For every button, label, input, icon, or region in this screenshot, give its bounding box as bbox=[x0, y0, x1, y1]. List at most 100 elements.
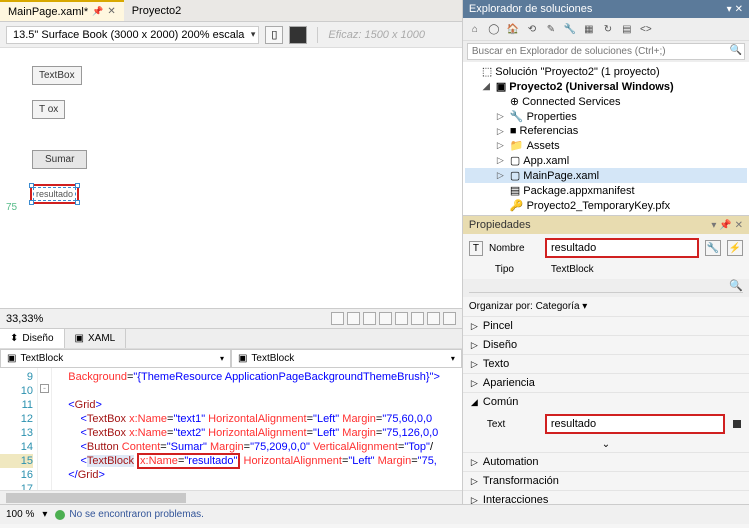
prop-text: Text bbox=[463, 411, 749, 437]
outline-column: - bbox=[38, 368, 52, 490]
device-icon[interactable] bbox=[379, 312, 392, 325]
tree-assets[interactable]: ▷📁 Assets bbox=[465, 138, 747, 153]
tree-mainpage[interactable]: ▷▢ MainPage.xaml bbox=[465, 168, 747, 183]
orientation-landscape-icon[interactable] bbox=[289, 26, 307, 44]
lines-icon[interactable] bbox=[427, 312, 440, 325]
line-gutter: 91011 121314 15161718 bbox=[0, 368, 38, 490]
text-input[interactable] bbox=[545, 414, 725, 434]
home-icon[interactable]: ⌂ bbox=[467, 21, 483, 37]
textblock-resultado: resultado bbox=[33, 187, 76, 201]
orientation-portrait-icon[interactable]: ▯ bbox=[265, 26, 283, 44]
home2-icon[interactable]: 🏠 bbox=[505, 21, 521, 37]
code-dd-right[interactable]: ▣ TextBlock bbox=[231, 349, 462, 368]
code-icon[interactable]: <> bbox=[638, 21, 654, 37]
code-dd-left[interactable]: ▣ TextBlock bbox=[0, 349, 231, 368]
back-icon[interactable]: ◯ bbox=[486, 21, 502, 37]
props-icon[interactable]: ▤ bbox=[619, 21, 635, 37]
design-canvas[interactable]: 75 TextBox T ox Sumar resultado bbox=[0, 48, 462, 308]
split-view-tabs: ⬍ Diseño ▣ XAML bbox=[0, 328, 462, 348]
tab-mainpage[interactable]: MainPage.xaml* 📌 ✕ bbox=[0, 0, 124, 21]
zoom-percent[interactable]: 33,33% bbox=[6, 313, 43, 325]
type-icon: T bbox=[469, 241, 483, 256]
cat-apariencia[interactable]: ▷Apariencia bbox=[463, 373, 749, 392]
close-icon[interactable]: ✕ bbox=[107, 6, 115, 17]
cat-automation[interactable]: ▷Automation bbox=[463, 452, 749, 471]
status-ok-icon bbox=[55, 510, 65, 520]
tree-references[interactable]: ▷■ Referencias bbox=[465, 124, 747, 138]
grid2-icon[interactable] bbox=[363, 312, 376, 325]
status-bar: 100 % ▾ No se encontraron problemas. bbox=[0, 504, 749, 524]
designer-toolbar: 13.5" Surface Book (3000 x 2000) 200% es… bbox=[0, 22, 462, 48]
snap-icon[interactable] bbox=[347, 312, 360, 325]
textbox-text1[interactable]: TextBox bbox=[32, 66, 82, 85]
text-label: Text bbox=[487, 419, 537, 430]
showall-icon[interactable]: ▦ bbox=[581, 21, 597, 37]
tab-label: Proyecto2 bbox=[132, 5, 182, 17]
selected-textblock[interactable]: resultado bbox=[30, 184, 79, 204]
pin-icon[interactable]: 📌 bbox=[92, 6, 103, 17]
design-surface: TextBox T ox Sumar resultado bbox=[32, 60, 112, 308]
prop-marker-icon[interactable] bbox=[733, 420, 741, 428]
props-name-row: T Nombre 🔧 ⚡ bbox=[463, 234, 749, 262]
split-tab-xaml[interactable]: ▣ XAML bbox=[65, 329, 127, 348]
close-icon[interactable]: ✕ bbox=[735, 220, 743, 231]
wrench-icon[interactable]: 🔧 bbox=[705, 240, 721, 256]
search-icon[interactable]: 🔍 bbox=[728, 44, 744, 59]
type-label: Tipo bbox=[495, 264, 545, 275]
code-nav-dropdowns: ▣ TextBlock ▣ TextBlock bbox=[0, 348, 462, 368]
search-icon: 🔍 bbox=[729, 279, 743, 292]
solution-tree: ⬚ Solución "Proyecto2" (1 proyecto) ◢▣ P… bbox=[463, 62, 749, 215]
ruler-y-value: 75 bbox=[6, 202, 17, 213]
solution-toolbar: ⌂ ◯ 🏠 ⟲ ✎ 🔧 ▦ ↻ ▤ <> bbox=[463, 18, 749, 41]
cat-diseno[interactable]: ▷Diseño bbox=[463, 335, 749, 354]
name-input[interactable] bbox=[545, 238, 699, 258]
tree-appxaml[interactable]: ▷▢ App.xaml bbox=[465, 153, 747, 168]
fold-icon[interactable]: - bbox=[40, 384, 49, 393]
horizontal-scrollbar[interactable] bbox=[0, 490, 462, 504]
cat-texto[interactable]: ▷Texto bbox=[463, 354, 749, 373]
close-icon[interactable]: ✕ bbox=[735, 4, 743, 15]
tree-connected-services[interactable]: ⊕ Connected Services bbox=[465, 94, 747, 109]
status-message: No se encontraron problemas. bbox=[69, 509, 204, 520]
tree-manifest[interactable]: ▤ Package.appxmanifest bbox=[465, 183, 747, 198]
zoom-label[interactable]: 100 % bbox=[6, 509, 34, 520]
tree-project[interactable]: ◢▣ Proyecto2 (Universal Windows) bbox=[465, 79, 747, 94]
tree-tempkey[interactable]: 🔑 Proyecto2_TemporaryKey.pfx bbox=[465, 198, 747, 213]
dropdown-icon[interactable]: ▾ bbox=[727, 4, 732, 15]
name-label: Nombre bbox=[489, 243, 539, 254]
grid-icon[interactable] bbox=[331, 312, 344, 325]
divider bbox=[317, 27, 318, 43]
refresh-icon[interactable] bbox=[443, 312, 456, 325]
props-search[interactable]: 🔍 bbox=[469, 279, 743, 293]
organize-label[interactable]: Organizar por: Categoría ▾ bbox=[463, 297, 749, 316]
pin-icon[interactable]: ▾ 📌 bbox=[711, 220, 731, 231]
split-tab-design[interactable]: ⬍ Diseño bbox=[0, 329, 65, 348]
type-value: TextBlock bbox=[551, 264, 594, 275]
solution-search[interactable]: 🔍 bbox=[467, 43, 745, 60]
properties-header: Propiedades ▾ 📌 ✕ bbox=[463, 215, 749, 234]
tree-properties[interactable]: ▷🔧 Properties bbox=[465, 109, 747, 124]
ctrl-icon[interactable] bbox=[411, 312, 424, 325]
code-editor[interactable]: 91011 121314 15161718 - Background="{The… bbox=[0, 368, 462, 490]
expand-more[interactable]: ⌄ bbox=[463, 437, 749, 452]
button-sumar[interactable]: Sumar bbox=[32, 150, 87, 169]
lightning-icon[interactable]: ⚡ bbox=[727, 240, 743, 256]
tree-solution-root[interactable]: ⬚ Solución "Proyecto2" (1 proyecto) bbox=[465, 64, 747, 79]
effective-size-label: Eficaz: 1500 x 1000 bbox=[328, 29, 425, 41]
cat-transform[interactable]: ▷Transformación bbox=[463, 471, 749, 490]
zoom-toolbar: 33,33% bbox=[0, 308, 462, 328]
sync-icon[interactable]: ⟲ bbox=[524, 21, 540, 37]
brush-icon[interactable]: ✎ bbox=[543, 21, 559, 37]
tab-proyecto2[interactable]: Proyecto2 bbox=[124, 0, 190, 21]
code-lines: Background="{ThemeResource ApplicationPa… bbox=[52, 368, 444, 490]
textbox-text2[interactable]: T ox bbox=[32, 100, 65, 119]
wrench-icon[interactable]: 🔧 bbox=[562, 21, 578, 37]
device-dropdown[interactable]: 13.5" Surface Book (3000 x 2000) 200% es… bbox=[6, 26, 259, 44]
tab-label: MainPage.xaml* bbox=[8, 6, 88, 18]
document-tabs: MainPage.xaml* 📌 ✕ Proyecto2 bbox=[0, 0, 462, 22]
cat-comun[interactable]: ◢Común bbox=[463, 392, 749, 411]
cat-pincel[interactable]: ▷Pincel bbox=[463, 316, 749, 335]
refresh-icon[interactable]: ↻ bbox=[600, 21, 616, 37]
fx-icon[interactable] bbox=[395, 312, 408, 325]
solution-search-input[interactable] bbox=[468, 44, 728, 59]
